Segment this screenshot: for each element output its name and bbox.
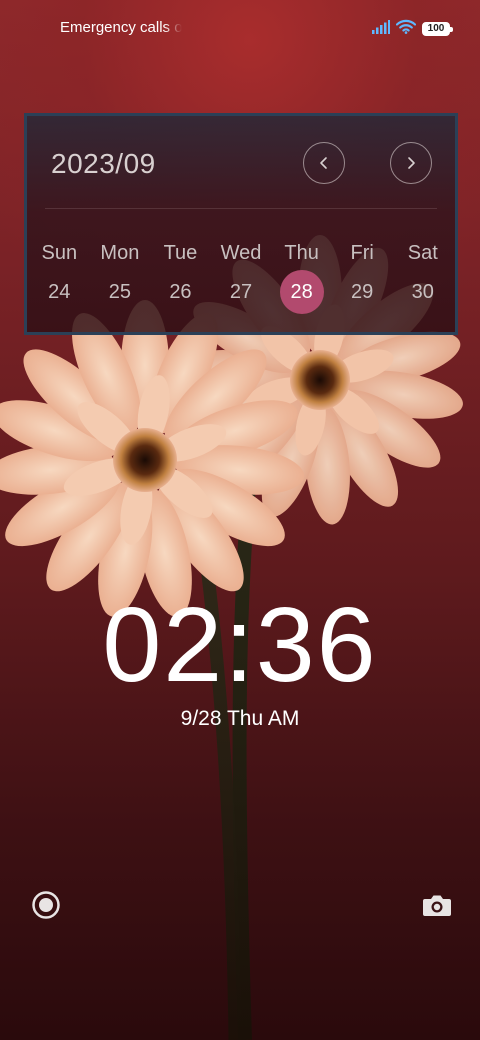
- calendar-month-title: 2023/09: [51, 148, 156, 179]
- record-icon: [32, 891, 60, 919]
- calendar-prev-button[interactable]: [303, 142, 345, 184]
- weekday-label: Wed: [220, 242, 262, 264]
- camera-shortcut-button[interactable]: [420, 888, 454, 922]
- signal-icon: [372, 19, 390, 39]
- weekday-label: Fri: [350, 242, 374, 264]
- calendar-day-number: 29: [351, 281, 374, 303]
- calendar-day-number: 24: [48, 281, 71, 303]
- calendar-weekday-row: Sun Mon Tue Wed Thu Fri Sat: [29, 240, 453, 266]
- carrier-status-text: Emergency calls o: [60, 19, 182, 36]
- record-shortcut-button[interactable]: [29, 888, 63, 922]
- calendar-day-number: 27: [229, 281, 253, 303]
- weekday-label: Tue: [163, 242, 198, 264]
- battery-icon: 100: [422, 22, 453, 36]
- calendar-day[interactable]: 29: [332, 272, 393, 312]
- calendar-day[interactable]: 25: [90, 272, 151, 312]
- weekday-label: Sun: [41, 242, 78, 264]
- weekday-label: Mon: [100, 242, 140, 264]
- calendar-divider: [45, 208, 437, 209]
- calendar-date-row: 24 25 26 27 28 29 30: [29, 270, 453, 314]
- camera-icon: [423, 895, 451, 916]
- status-icons: 100: [372, 19, 453, 39]
- calendar-day[interactable]: 24: [29, 272, 90, 312]
- calendar-widget[interactable]: 2023/09 Sun Mon Tue Wed Thu Fri Sat 24 2…: [24, 113, 458, 335]
- calendar-day-number: 28: [279, 270, 324, 314]
- weekday-label: Thu: [284, 242, 319, 264]
- calendar-day-number: 30: [411, 281, 434, 303]
- status-bar: Emergency calls o 100: [0, 0, 480, 56]
- calendar-day-selected[interactable]: 28: [271, 270, 332, 314]
- wifi-icon: [395, 19, 417, 39]
- lock-screen-clock: 02:36: [102, 586, 378, 704]
- chevron-right-icon: [408, 157, 415, 169]
- weekday-label: Sat: [407, 242, 438, 264]
- calendar-day[interactable]: 27: [211, 272, 272, 312]
- calendar-day[interactable]: 30: [392, 272, 453, 312]
- lock-screen: Emergency calls o 100 2023/09 Sun Mon Tu…: [0, 0, 480, 1040]
- lock-screen-date: 9/28 Thu AM: [180, 707, 300, 730]
- calendar-day[interactable]: 26: [150, 272, 211, 312]
- calendar-day-number: 26: [169, 281, 192, 303]
- calendar-next-button[interactable]: [390, 142, 432, 184]
- chevron-left-icon: [320, 157, 327, 169]
- calendar-day-number: 25: [108, 281, 131, 303]
- battery-level: 100: [427, 23, 445, 34]
